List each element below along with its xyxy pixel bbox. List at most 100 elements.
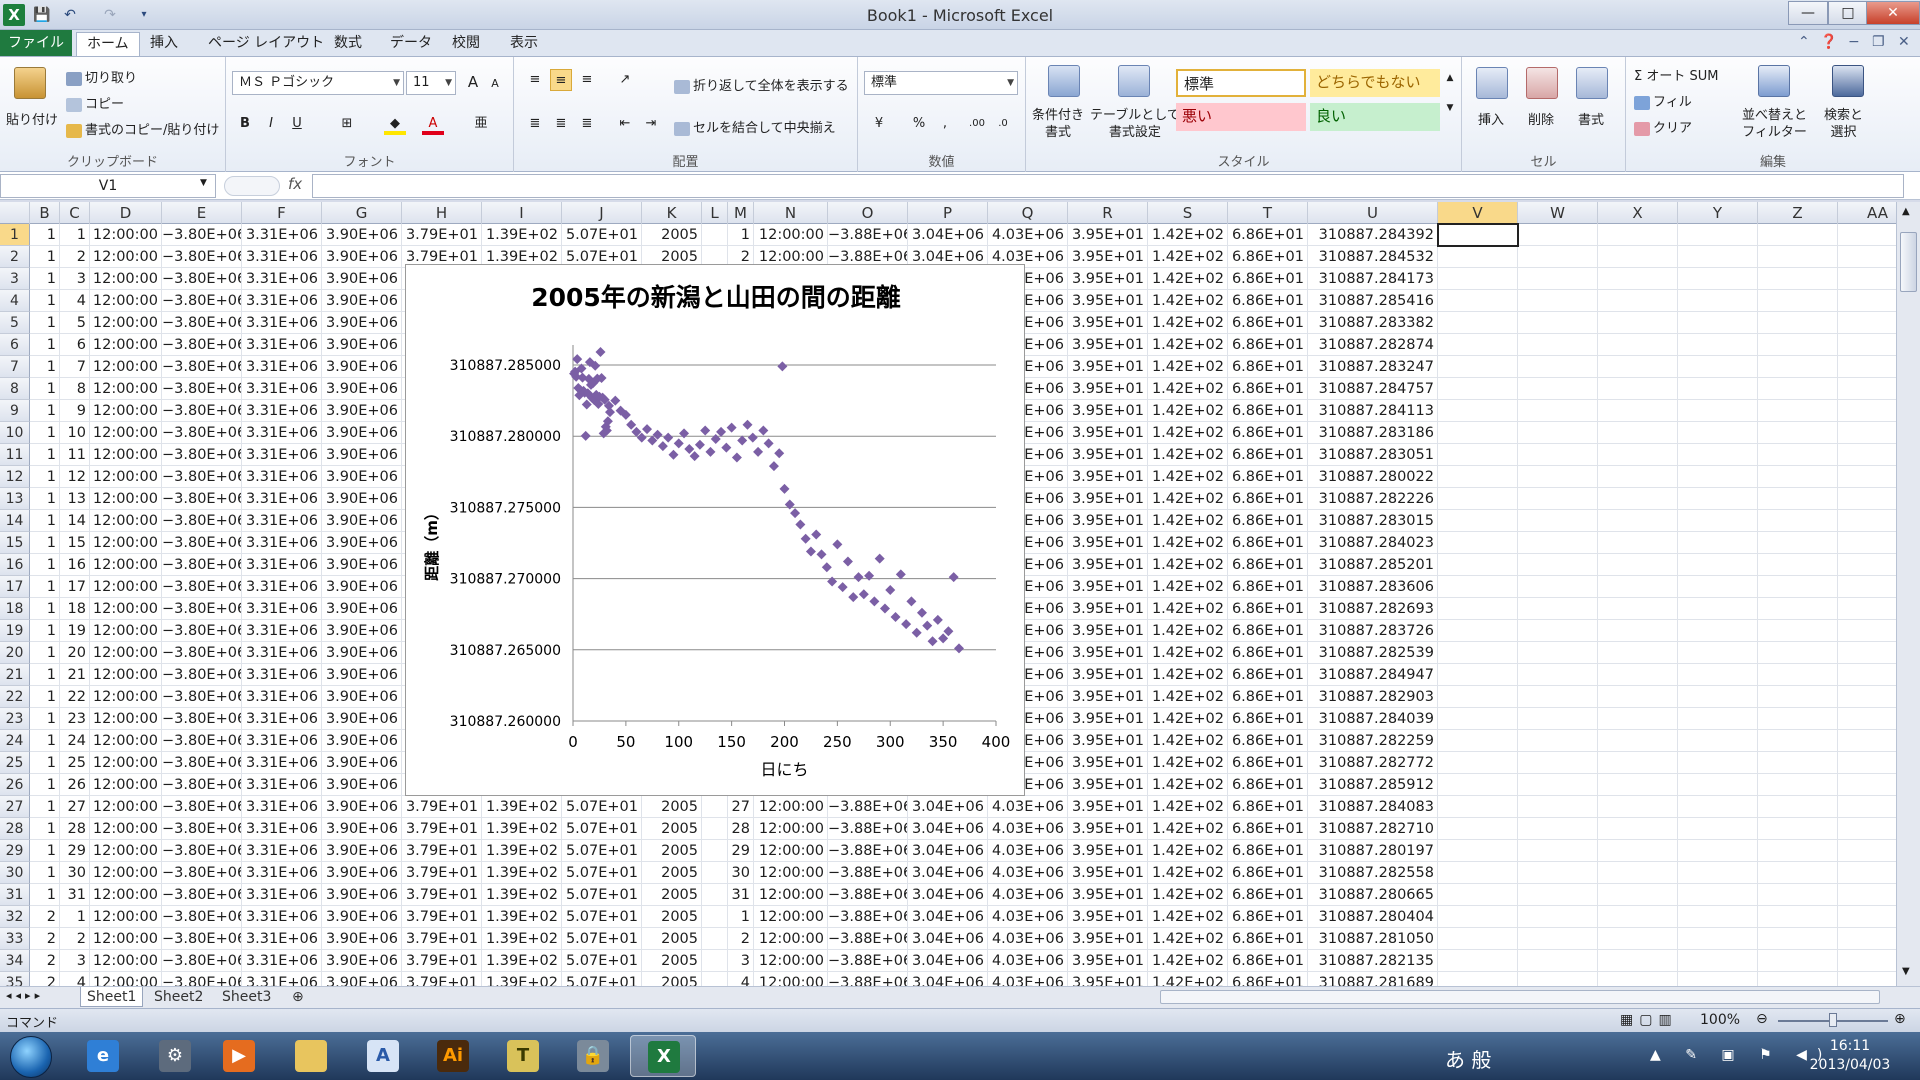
cell-t2[interactable]: 6.86E+01 (1228, 246, 1308, 268)
cell-p1[interactable]: 3.04E+06 (908, 224, 988, 246)
cell-e34[interactable]: −3.80E+06 (162, 950, 242, 972)
cell-u19[interactable]: 310887.283726 (1308, 620, 1438, 642)
cell-e7[interactable]: −3.80E+06 (162, 356, 242, 378)
cell-b8[interactable]: 1 (30, 378, 60, 400)
cell-d10[interactable]: 12:00:00 (90, 422, 162, 444)
cell-w35[interactable] (1518, 972, 1598, 986)
cell-p28[interactable]: 3.04E+06 (908, 818, 988, 840)
cell-v27[interactable] (1438, 796, 1518, 818)
cell-d7[interactable]: 12:00:00 (90, 356, 162, 378)
cell-u20[interactable]: 310887.282539 (1308, 642, 1438, 664)
cell-s26[interactable]: 1.42E+02 (1148, 774, 1228, 796)
row-header[interactable]: 10 (0, 422, 30, 444)
column-header-y[interactable]: Y (1678, 202, 1758, 224)
cell-l30[interactable] (702, 862, 728, 884)
cell-o35[interactable]: −3.88E+06 (828, 972, 908, 986)
column-header-u[interactable]: U (1308, 202, 1438, 224)
cell-g30[interactable]: 3.90E+06 (322, 862, 402, 884)
cell-y16[interactable] (1678, 554, 1758, 576)
cell-w26[interactable] (1518, 774, 1598, 796)
cell-z20[interactable] (1758, 642, 1838, 664)
column-header-r[interactable]: R (1068, 202, 1148, 224)
cell-x23[interactable] (1598, 708, 1678, 730)
cell-h1[interactable]: 3.79E+01 (402, 224, 482, 246)
cell-p35[interactable]: 3.04E+06 (908, 972, 988, 986)
cell-f16[interactable]: 3.31E+06 (242, 554, 322, 576)
cell-k34[interactable]: 2005 (642, 950, 702, 972)
cell-aa5[interactable] (1838, 312, 1896, 334)
cell-y18[interactable] (1678, 598, 1758, 620)
cell-u30[interactable]: 310887.282558 (1308, 862, 1438, 884)
cell-w22[interactable] (1518, 686, 1598, 708)
row-header[interactable]: 17 (0, 576, 30, 598)
cell-x28[interactable] (1598, 818, 1678, 840)
cell-t18[interactable]: 6.86E+01 (1228, 598, 1308, 620)
cell-u25[interactable]: 310887.282772 (1308, 752, 1438, 774)
cell-v23[interactable] (1438, 708, 1518, 730)
cell-c32[interactable]: 1 (60, 906, 90, 928)
column-header-m[interactable]: M (728, 202, 754, 224)
cell-z19[interactable] (1758, 620, 1838, 642)
cell-r21[interactable]: 3.95E+01 (1068, 664, 1148, 686)
cell-b5[interactable]: 1 (30, 312, 60, 334)
cell-l34[interactable] (702, 950, 728, 972)
cell-m1[interactable]: 1 (728, 224, 754, 246)
cell-w15[interactable] (1518, 532, 1598, 554)
cell-t17[interactable]: 6.86E+01 (1228, 576, 1308, 598)
name-box[interactable]: V1 (0, 174, 216, 198)
cell-n35[interactable]: 12:00:00 (754, 972, 828, 986)
cell-d22[interactable]: 12:00:00 (90, 686, 162, 708)
cell-d16[interactable]: 12:00:00 (90, 554, 162, 576)
cell-f34[interactable]: 3.31E+06 (242, 950, 322, 972)
cell-d3[interactable]: 12:00:00 (90, 268, 162, 290)
cell-e5[interactable]: −3.80E+06 (162, 312, 242, 334)
cell-t13[interactable]: 6.86E+01 (1228, 488, 1308, 510)
row-header[interactable]: 14 (0, 510, 30, 532)
cell-u24[interactable]: 310887.282259 (1308, 730, 1438, 752)
select-all-corner[interactable] (0, 202, 30, 224)
cell-t29[interactable]: 6.86E+01 (1228, 840, 1308, 862)
cell-e21[interactable]: −3.80E+06 (162, 664, 242, 686)
cell-c26[interactable]: 26 (60, 774, 90, 796)
cell-aa35[interactable] (1838, 972, 1896, 986)
cell-t5[interactable]: 6.86E+01 (1228, 312, 1308, 334)
orientation-icon[interactable]: ↗ (614, 69, 636, 91)
cell-aa31[interactable] (1838, 884, 1896, 906)
cell-z6[interactable] (1758, 334, 1838, 356)
cell-j1[interactable]: 5.07E+01 (562, 224, 642, 246)
cell-q35[interactable]: 4.03E+06 (988, 972, 1068, 986)
styles-scroll-up-icon[interactable]: ▲ (1442, 67, 1458, 89)
cell-c13[interactable]: 13 (60, 488, 90, 510)
cell-r35[interactable]: 3.95E+01 (1068, 972, 1148, 986)
cell-f33[interactable]: 3.31E+06 (242, 928, 322, 950)
cell-b16[interactable]: 1 (30, 554, 60, 576)
cell-r15[interactable]: 3.95E+01 (1068, 532, 1148, 554)
cell-c18[interactable]: 18 (60, 598, 90, 620)
cell-e20[interactable]: −3.80E+06 (162, 642, 242, 664)
cell-g24[interactable]: 3.90E+06 (322, 730, 402, 752)
cell-aa4[interactable] (1838, 290, 1896, 312)
column-header-l[interactable]: L (702, 202, 728, 224)
cell-u28[interactable]: 310887.282710 (1308, 818, 1438, 840)
cell-b22[interactable]: 1 (30, 686, 60, 708)
ribbon-collapse-icon[interactable]: ⌃ (1798, 34, 1810, 50)
zoom-slider-thumb[interactable] (1829, 1013, 1837, 1027)
cell-u21[interactable]: 310887.284947 (1308, 664, 1438, 686)
cell-h27[interactable]: 3.79E+01 (402, 796, 482, 818)
cell-j28[interactable]: 5.07E+01 (562, 818, 642, 840)
insert-function-button[interactable]: fx (288, 175, 302, 193)
cell-s10[interactable]: 1.42E+02 (1148, 422, 1228, 444)
row-header[interactable]: 30 (0, 862, 30, 884)
cell-x21[interactable] (1598, 664, 1678, 686)
cell-o30[interactable]: −3.88E+06 (828, 862, 908, 884)
format-as-table-icon[interactable] (1118, 65, 1150, 97)
cell-u1[interactable]: 310887.284392 (1308, 224, 1438, 246)
cell-k29[interactable]: 2005 (642, 840, 702, 862)
cell-o32[interactable]: −3.88E+06 (828, 906, 908, 928)
cell-aa11[interactable] (1838, 444, 1896, 466)
cell-s1[interactable]: 1.42E+02 (1148, 224, 1228, 246)
taskbar-ie[interactable]: e (70, 1035, 136, 1077)
cell-r11[interactable]: 3.95E+01 (1068, 444, 1148, 466)
cell-e15[interactable]: −3.80E+06 (162, 532, 242, 554)
cell-aa22[interactable] (1838, 686, 1896, 708)
